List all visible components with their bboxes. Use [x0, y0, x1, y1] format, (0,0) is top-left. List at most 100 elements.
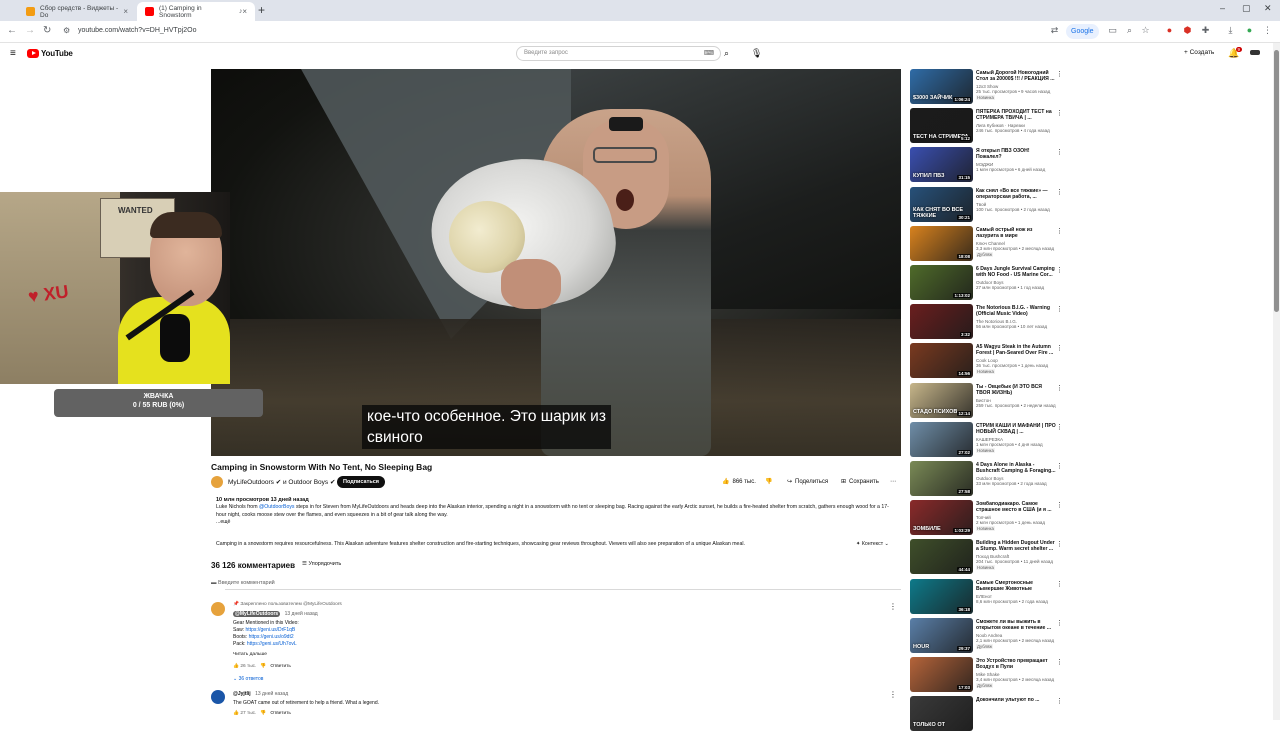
video-channel[interactable]: МЭДЖИ	[976, 162, 993, 167]
video-channel[interactable]: 12x3 Show	[976, 84, 998, 89]
close-tab-icon[interactable]: ×	[242, 7, 247, 16]
account-avatar[interactable]	[1250, 50, 1260, 55]
dislike-button[interactable]: 👎	[765, 478, 772, 485]
video-menu-icon[interactable]: ⋮	[1056, 501, 1063, 509]
comment-author[interactable]: @MyLifeOutdoors	[233, 611, 281, 617]
video-menu-icon[interactable]: ⋮	[1056, 619, 1063, 627]
page-scrollbar-thumb[interactable]	[1274, 50, 1279, 312]
video-thumbnail[interactable]: 17:03	[910, 657, 973, 692]
more-actions-icon[interactable]: ⋯	[890, 478, 896, 485]
video-channel[interactable]: Поход Bushcraft	[976, 554, 1009, 559]
recommended-video[interactable]: ТЕСТ НА СТРИМЕРА 5:12 ПЯТЁРКА ПРОХОДИТ ТЕС…	[910, 108, 1070, 144]
zoom-icon[interactable]: ⌕	[1124, 25, 1135, 36]
video-title[interactable]: Самый Дорогой Новогодний Стол за 20000$ …	[976, 70, 1056, 82]
video-title[interactable]: Как снял «Во все тяжкие» — операторская …	[976, 188, 1056, 200]
recommended-video[interactable]: 1:13:02 6 Days Jungle Survival Camping wi…	[910, 265, 1070, 301]
video-channel[interactable]: The Notorious B.I.G.	[976, 319, 1017, 324]
context-button[interactable]: ✦ Контекст ⌄	[856, 541, 889, 547]
video-menu-icon[interactable]: ⋮	[1056, 697, 1063, 705]
video-title[interactable]: Я открыл ПВЗ ОЗОН! Пожалел?	[976, 148, 1056, 160]
comment-time[interactable]: 13 дней назад	[285, 611, 318, 617]
url-text[interactable]: youtube.com/watch?v=DH_HVTpj2Oo	[78, 27, 196, 34]
recommended-video[interactable]: 18:08 Самый острый нож из лазурита в мире…	[910, 226, 1070, 262]
recommended-video[interactable]: 27:58 4 Days Alone in Alaska - Bushcraft …	[910, 461, 1070, 497]
video-channel[interactable]: Cook Loop	[976, 358, 998, 363]
recommended-video[interactable]: 3:32 The Notorious B.I.G. - Warning (Offi…	[910, 304, 1070, 340]
video-menu-icon[interactable]: ⋮	[1056, 148, 1063, 156]
back-icon[interactable]: ←	[7, 25, 17, 36]
comment-menu-icon[interactable]: ⋮	[889, 690, 897, 699]
reply-button[interactable]: Ответить	[270, 711, 291, 716]
video-thumbnail[interactable]: 1:13:02	[910, 265, 973, 300]
youtube-logo[interactable]: YouTube	[27, 49, 73, 58]
video-thumbnail[interactable]: HOUR 29:37	[910, 618, 973, 653]
video-menu-icon[interactable]: ⋮	[1056, 580, 1063, 588]
video-menu-icon[interactable]: ⋮	[1056, 658, 1063, 666]
video-thumbnail[interactable]: 3:32	[910, 304, 973, 339]
video-menu-icon[interactable]: ⋮	[1056, 344, 1063, 352]
video-title[interactable]: ПЯТЁРКА ПРОХОДИТ ТЕСТ на СТРИМЕРА ТВИЧА …	[976, 109, 1056, 121]
comment-author-avatar[interactable]	[211, 690, 225, 704]
video-channel[interactable]: Outdoor Boys	[976, 280, 1004, 285]
video-player[interactable]: кое-что особенное. Это шарик из свиного	[211, 69, 901, 456]
video-menu-icon[interactable]: ⋮	[1056, 188, 1063, 196]
share-button[interactable]: ↪ Поделиться	[787, 478, 828, 486]
subscribe-button[interactable]: Подписаться	[337, 476, 385, 488]
video-menu-icon[interactable]: ⋮	[1056, 540, 1063, 548]
video-title[interactable]: Зомбаподиакаро. Самое страшное место в С…	[976, 501, 1056, 513]
video-title[interactable]: 6 Days Jungle Survival Camping with NO F…	[976, 266, 1056, 278]
description-box[interactable]: 10 млн просмотров 13 дней назад Luke Nic…	[211, 493, 901, 533]
thumbs-up-icon[interactable]: 👍	[233, 711, 239, 716]
reload-icon[interactable]: ↻	[43, 25, 51, 36]
bookmark-star-icon[interactable]: ☆	[1140, 25, 1151, 36]
cast-icon[interactable]: ▭	[1107, 25, 1118, 36]
description-mention-link[interactable]: @OutdoorBoys	[259, 504, 295, 510]
address-bar[interactable]: ⚙ youtube.com/watch?v=DH_HVTpj2Oo	[60, 24, 1050, 40]
new-tab-icon[interactable]: +	[258, 3, 265, 17]
channel-avatar[interactable]	[211, 476, 223, 488]
video-thumbnail[interactable]: КАК СНЯТ ВО ВСЕ ТЯЖКИЕ 30:21	[910, 187, 973, 222]
comment-link[interactable]: https://geni.us/Uh7ovL	[247, 641, 297, 647]
video-thumbnail[interactable]: 27:02	[910, 422, 973, 457]
recommended-video[interactable]: 27:02 СТРИМ КАШИ И МАФАНИ | ПРО НОВЫЙ СКВ…	[910, 422, 1070, 458]
profile-icon[interactable]: ●	[1244, 25, 1255, 36]
google-lens-button[interactable]: Google	[1066, 24, 1099, 39]
recommended-video[interactable]: 14:56 A5 Wagyu Steak in the Autumn Forest…	[910, 343, 1070, 379]
thumbs-down-icon[interactable]: 👎	[260, 664, 266, 669]
video-menu-icon[interactable]: ⋮	[1056, 109, 1063, 117]
browser-tab-1[interactable]: (1) Camping in Snowstorm ♪ ×	[137, 2, 255, 21]
extension-adblock-icon[interactable]: ⬢	[1182, 25, 1193, 36]
video-channel[interactable]: Ключ Channel	[976, 241, 1005, 246]
video-menu-icon[interactable]: ⋮	[1056, 227, 1063, 235]
video-title[interactable]: A5 Wagyu Steak in the Autumn Forest | Pa…	[976, 344, 1056, 356]
video-thumbnail[interactable]: КУПИЛ ПВЗ 31:15	[910, 147, 973, 182]
thumbs-down-icon[interactable]: 👎	[260, 711, 266, 716]
search-input[interactable]: Введите запрос ⌨	[516, 46, 721, 61]
comment-time[interactable]: 13 дней назад	[255, 691, 288, 697]
video-title[interactable]: Это Устройство превращает Воздух в Пули	[976, 658, 1056, 670]
site-info-icon[interactable]: ⚙	[63, 26, 70, 35]
video-menu-icon[interactable]: ⋮	[1056, 70, 1063, 78]
video-thumbnail[interactable]: 44:44	[910, 539, 973, 574]
maximize-icon[interactable]: ▢	[1242, 3, 1251, 14]
channel-name[interactable]: MyLifeOutdoors	[228, 479, 274, 486]
video-title[interactable]: Самый острый нож из лазурита в мире	[976, 227, 1056, 239]
video-menu-icon[interactable]: ⋮	[1056, 384, 1063, 392]
comment-input[interactable]: ▬ Введите комментарий	[211, 580, 275, 586]
video-channel[interactable]: Бистон	[976, 398, 991, 403]
recommended-video[interactable]: СТАДО ПСИХОВ 12:14 Ты - Овцебык (И ЭТО ВСЯ…	[910, 383, 1070, 419]
video-thumbnail[interactable]: 14:56	[910, 343, 973, 378]
comment-author[interactable]: @Jyjtlij	[233, 691, 251, 697]
video-title[interactable]: Докончили ультуют по ...	[976, 697, 1056, 703]
video-channel[interactable]: Outdoor Boys	[976, 476, 1004, 481]
video-thumbnail[interactable]: ТОЛЬКО ОТ	[910, 696, 973, 731]
save-button[interactable]: ⊞ Сохранить	[841, 478, 879, 486]
recommended-video[interactable]: HOUR 29:37 Сможете ли вы выжить в открытом…	[910, 618, 1070, 654]
create-button[interactable]: + Создать	[1184, 49, 1214, 56]
video-thumbnail[interactable]: ТЕСТ НА СТРИМЕРА 5:12	[910, 108, 973, 143]
video-channel[interactable]: Noob Andrea	[976, 633, 1002, 638]
thumbs-up-icon[interactable]: 👍	[233, 664, 239, 669]
channel-collab[interactable]: и Outdoor Boys	[283, 479, 328, 486]
video-channel[interactable]: Лига Кубиков · Нарезки	[976, 123, 1025, 128]
comment-link[interactable]: https://geni.us/o9dt2	[249, 634, 294, 640]
